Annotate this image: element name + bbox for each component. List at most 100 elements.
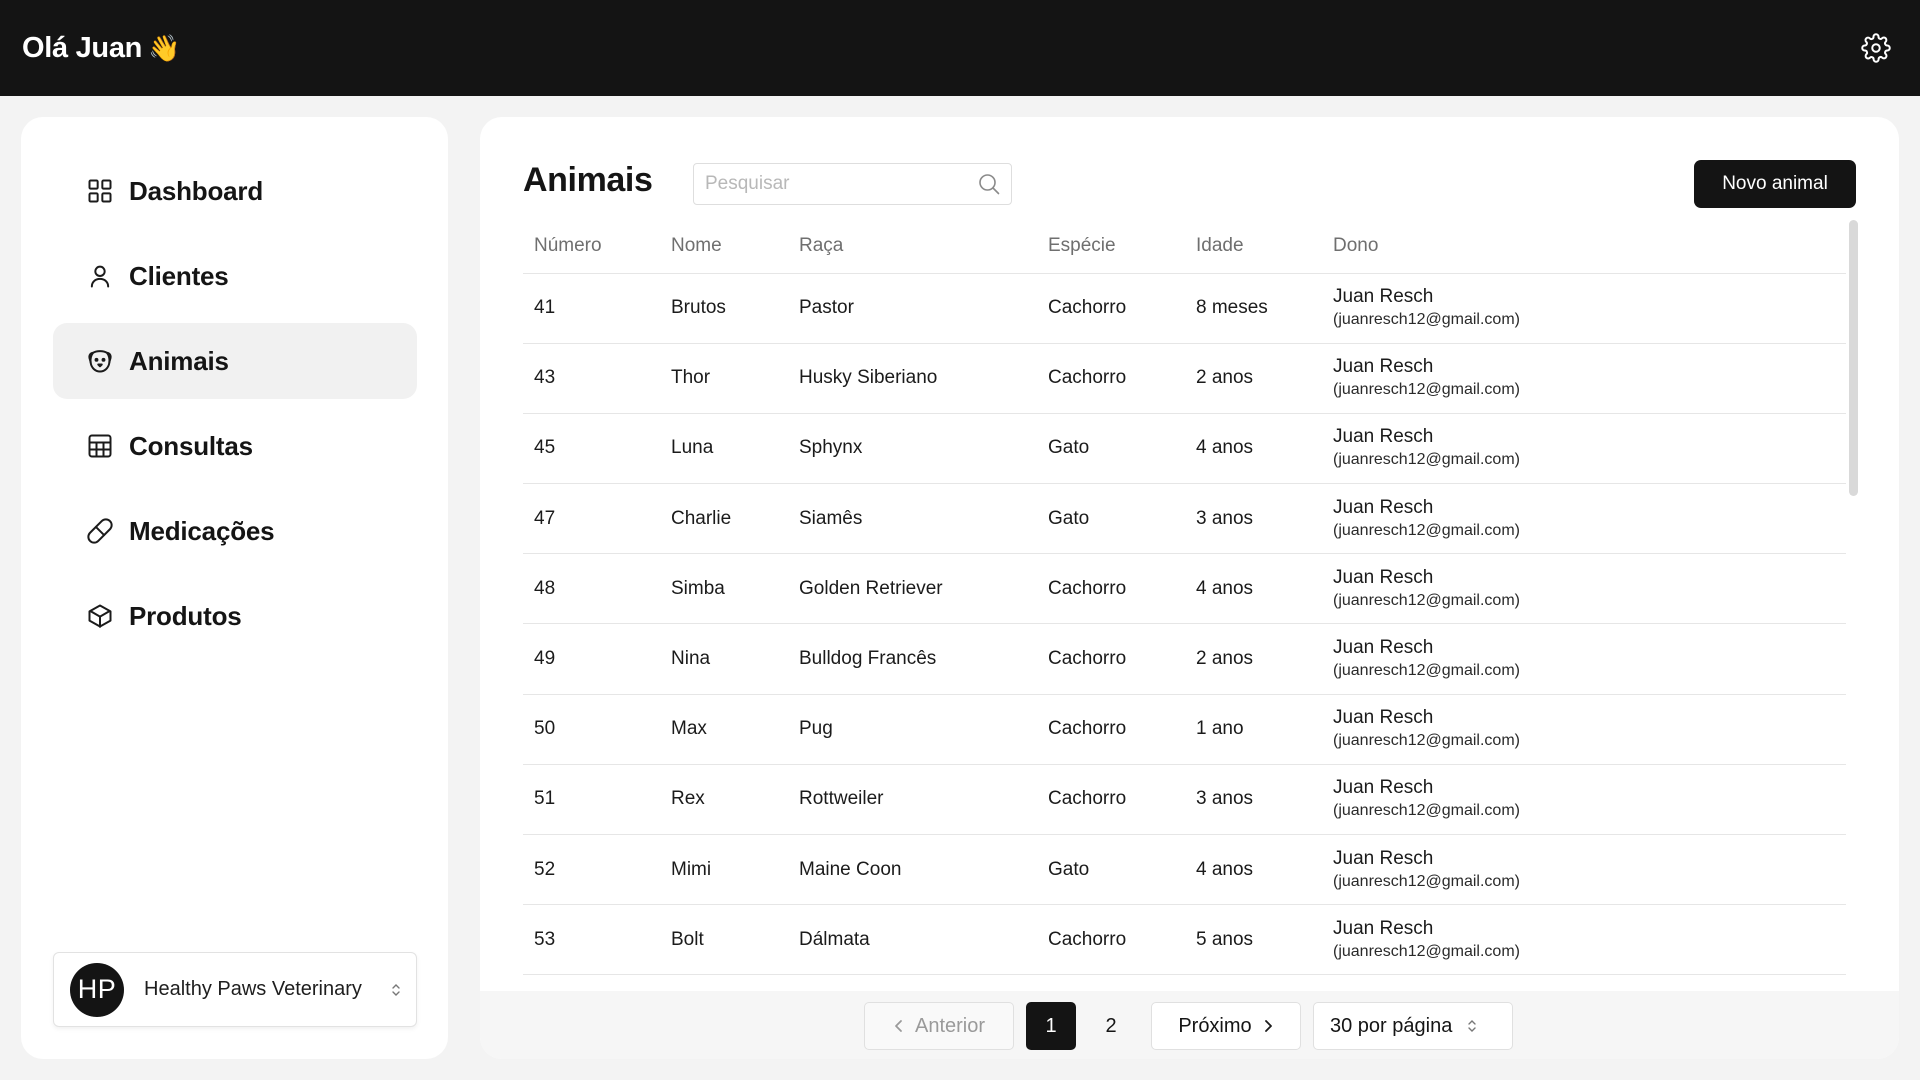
cell-dono: Juan Resch (juanresch12@gmail.com)	[1322, 904, 1846, 976]
column-header-idade[interactable]: Idade	[1185, 220, 1322, 274]
previous-page-label: Anterior	[914, 1014, 986, 1037]
table-row[interactable]: 49 Nina Bulldog Francês Cachorro 2 anos …	[523, 623, 1846, 695]
user-icon	[90, 265, 110, 288]
table-row[interactable]: 48 Simba Golden Retriever Cachorro 4 ano…	[523, 553, 1846, 625]
cell-dono: Juan Resch (juanresch12@gmail.com)	[1322, 694, 1846, 765]
cell-numero: 47	[523, 483, 660, 555]
cell-numero: 45	[523, 413, 660, 485]
column-header-raca[interactable]: Raça	[788, 220, 1037, 274]
table-row[interactable]: 41 Brutos Pastor Cachorro 8 meses Juan R…	[523, 273, 1846, 344]
owner-name: Juan Resch	[1333, 777, 1434, 799]
table-scrollbar[interactable]	[1846, 220, 1858, 992]
sidebar-nav: Dashboard Clientes Animais Consultas Med…	[53, 153, 417, 663]
cell-idade: 2 anos	[1185, 343, 1322, 414]
column-header-nome[interactable]: Nome	[660, 220, 788, 274]
cell-especie: Cachorro	[1037, 343, 1185, 414]
cell-idade: 3 anos	[1185, 483, 1322, 555]
column-header-dono[interactable]: Dono	[1322, 220, 1846, 274]
top-bar: Olá Juan 👋	[0, 0, 1920, 96]
cell-nome: Brutos	[660, 273, 788, 344]
owner-name: Juan Resch	[1333, 286, 1434, 308]
sidebar-item-animais[interactable]: Animais	[53, 323, 417, 399]
cell-idade: 4 anos	[1185, 553, 1322, 625]
column-header-numero[interactable]: Número	[523, 220, 660, 274]
avatar: HP	[70, 962, 124, 1017]
next-page-label: Próximo	[1178, 1014, 1252, 1037]
sidebar-item-dashboard[interactable]: Dashboard	[53, 153, 417, 229]
chevron-up-down-icon	[392, 983, 400, 996]
cell-nome: Luna	[660, 413, 788, 485]
new-animal-button[interactable]: Novo animal	[1694, 160, 1856, 208]
table-row[interactable]: 47 Charlie Siamês Gato 3 anos Juan Resch…	[523, 483, 1846, 555]
sidebar-item-label: Clientes	[129, 260, 229, 291]
sidebar-item-consultas[interactable]: Consultas	[53, 408, 417, 484]
waving-hand-icon: 👋	[148, 32, 181, 63]
page-size-select[interactable]: 30 por página	[1313, 1002, 1513, 1050]
calendar-table-icon	[88, 434, 112, 458]
cell-idade: 3 anos	[1185, 764, 1322, 836]
cell-especie: Cachorro	[1037, 623, 1185, 695]
table-row[interactable]: 51 Rex Rottweiler Cachorro 3 anos Juan R…	[523, 764, 1846, 836]
settings-button[interactable]	[1856, 28, 1896, 68]
cell-dono: Juan Resch (juanresch12@gmail.com)	[1322, 764, 1846, 836]
cell-numero: 53	[523, 904, 660, 976]
table-row[interactable]: 45 Luna Sphynx Gato 4 anos Juan Resch (ju…	[523, 413, 1846, 485]
table-row[interactable]: 52 Mimi Maine Coon Gato 4 anos Juan Resc…	[523, 834, 1846, 906]
cell-numero: 43	[523, 343, 660, 414]
sidebar-item-clientes[interactable]: Clientes	[53, 238, 417, 314]
cell-raca: Pug	[788, 694, 1037, 765]
cell-raca: Dálmata	[788, 904, 1037, 976]
table-row[interactable]: 53 Bolt Dálmata Cachorro 5 anos Juan Res…	[523, 904, 1846, 976]
cell-especie: Gato	[1037, 834, 1185, 906]
cell-nome: Charlie	[660, 483, 788, 555]
table-row[interactable]: 43 Thor Husky Siberiano Cachorro 2 anos …	[523, 343, 1846, 414]
pill-icon	[87, 518, 113, 544]
cell-numero: 51	[523, 764, 660, 836]
cell-especie: Cachorro	[1037, 904, 1185, 976]
page-button-1[interactable]: 1	[1026, 1002, 1076, 1050]
clinic-name: Healthy Paws Veterinary	[144, 978, 362, 1000]
cell-nome: Mimi	[660, 834, 788, 906]
owner-email: (juanresch12@gmail.com)	[1333, 521, 1520, 539]
previous-page-button[interactable]: Anterior	[864, 1002, 1014, 1050]
chevron-left-icon	[895, 1020, 902, 1032]
column-header-especie[interactable]: Espécie	[1037, 220, 1185, 274]
cell-idade: 5 anos	[1185, 904, 1322, 976]
chevron-right-icon	[1264, 1020, 1272, 1032]
sidebar: Dashboard Clientes Animais Consultas Med…	[21, 117, 448, 1059]
cell-dono: Juan Resch (juanresch12@gmail.com)	[1322, 413, 1846, 485]
page-title: Animais	[523, 161, 653, 199]
cell-nome: Rex	[660, 764, 788, 836]
search-icon[interactable]	[977, 172, 1001, 196]
owner-name: Juan Resch	[1333, 426, 1434, 448]
table-row[interactable]: 50 Max Pug Cachorro 1 ano Juan Resch (jua…	[523, 694, 1846, 765]
cell-raca: Pastor	[788, 273, 1037, 344]
cell-dono: Juan Resch (juanresch12@gmail.com)	[1322, 623, 1846, 695]
scrollbar-thumb[interactable]	[1849, 220, 1858, 496]
cell-numero: 48	[523, 553, 660, 625]
page-button-2[interactable]: 2	[1086, 1002, 1136, 1050]
cell-idade: 1 ano	[1185, 694, 1322, 765]
sidebar-item-label: Consultas	[129, 430, 253, 461]
gear-icon	[1861, 33, 1891, 63]
cell-dono: Juan Resch (juanresch12@gmail.com)	[1322, 553, 1846, 625]
next-page-button[interactable]: Próximo	[1151, 1002, 1301, 1050]
cell-raca: Bulldog Francês	[788, 623, 1037, 695]
cell-nome: Bolt	[660, 904, 788, 976]
cell-numero: 41	[523, 273, 660, 344]
cell-nome: Nina	[660, 623, 788, 695]
owner-name: Juan Resch	[1333, 707, 1434, 729]
clinic-switcher[interactable]: HP Healthy Paws Veterinary	[53, 952, 417, 1027]
cell-dono: Juan Resch (juanresch12@gmail.com)	[1322, 834, 1846, 906]
cell-dono: Juan Resch (juanresch12@gmail.com)	[1322, 483, 1846, 555]
cell-raca: Maine Coon	[788, 834, 1037, 906]
owner-name: Juan Resch	[1333, 496, 1434, 518]
sidebar-item-medicacoes[interactable]: Medicações	[53, 493, 417, 569]
search-input[interactable]	[705, 173, 977, 195]
cell-dono: Juan Resch (juanresch12@gmail.com)	[1322, 273, 1846, 344]
sidebar-item-produtos[interactable]: Produtos	[53, 578, 417, 654]
cell-raca: Siamês	[788, 483, 1037, 555]
owner-email: (juanresch12@gmail.com)	[1333, 872, 1520, 890]
main-panel: Animais Novo animal Número Nome Raça Esp…	[480, 117, 1899, 1059]
sidebar-item-label: Animais	[129, 345, 229, 376]
